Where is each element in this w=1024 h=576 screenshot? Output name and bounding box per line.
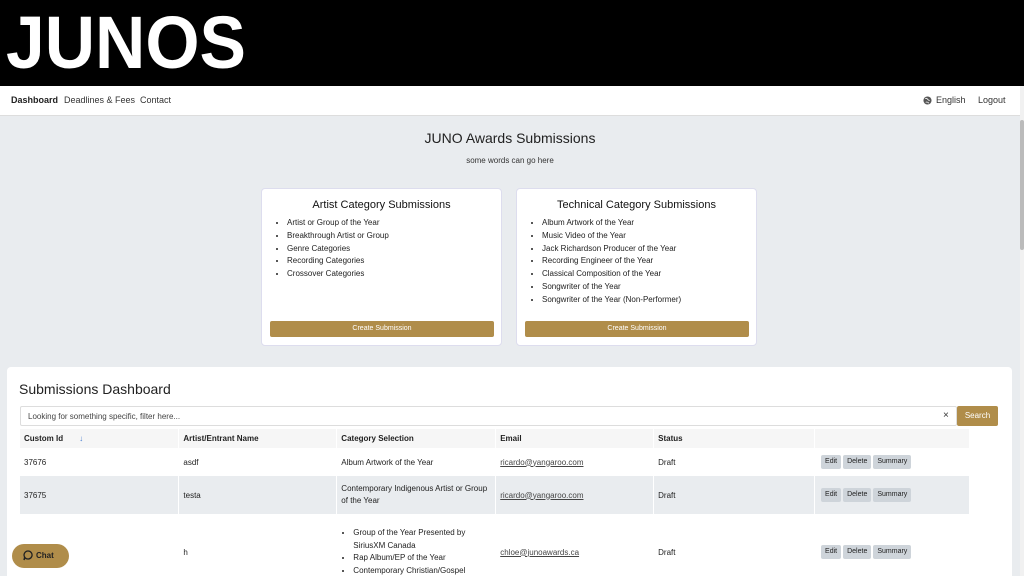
- list-item: Recording Engineer of the Year: [542, 255, 756, 268]
- cell-actions: Edit Delete Summary: [814, 448, 970, 476]
- summary-button[interactable]: Summary: [873, 488, 912, 502]
- card-title: Artist Category Submissions: [312, 199, 451, 211]
- cell-name: asdf: [178, 448, 338, 476]
- chat-label: Chat: [36, 551, 54, 560]
- cell-email: ricardo@yangaroo.com: [495, 448, 655, 476]
- category-list: Album Artwork of the Year Music Video of…: [542, 217, 756, 307]
- list-item: Recording Categories: [287, 255, 501, 268]
- cell-category: Album Artwork of the Year: [336, 448, 497, 476]
- junos-logo[interactable]: JUNOS: [6, 10, 246, 72]
- sort-arrow-icon[interactable]: ↓: [79, 434, 83, 443]
- cell-email: chloe@junoawards.ca: [495, 514, 655, 576]
- submissions-dashboard: Submissions Dashboard × Search Custom Id…: [7, 367, 1012, 576]
- clear-filter-icon[interactable]: ×: [943, 410, 949, 421]
- language-selector[interactable]: English: [936, 95, 966, 105]
- delete-button[interactable]: Delete: [843, 455, 872, 469]
- summary-button[interactable]: Summary: [873, 545, 912, 559]
- edit-button[interactable]: Edit: [821, 488, 842, 502]
- list-item: Songwriter of the Year: [542, 281, 756, 294]
- site-header: JUNOS: [0, 0, 1024, 86]
- column-header-name[interactable]: Artist/Entrant Name: [178, 429, 338, 448]
- list-item: Artist or Group of the Year: [287, 217, 501, 230]
- search-button[interactable]: Search: [957, 406, 998, 426]
- create-artist-submission-button[interactable]: Create Submission: [270, 321, 494, 337]
- column-header-actions: [814, 429, 970, 448]
- summary-button[interactable]: Summary: [873, 455, 912, 469]
- email-link[interactable]: ricardo@yangaroo.com: [500, 458, 583, 467]
- list-item: Music Video of the Year: [542, 230, 756, 243]
- globe-icon: [923, 96, 932, 105]
- cell-status: Draft: [653, 514, 816, 576]
- list-item: Group of the Year Presented by SiriusXM …: [353, 527, 495, 552]
- cell-category: Contemporary Indigenous Artist or Group …: [336, 476, 497, 514]
- nav-contact[interactable]: Contact: [140, 95, 171, 105]
- list-item: Contemporary Christian/Gospel: [353, 565, 495, 576]
- filter-input[interactable]: [20, 406, 957, 426]
- dashboard-title: Submissions Dashboard: [19, 381, 171, 397]
- cell-category: Group of the Year Presented by SiriusXM …: [336, 514, 497, 576]
- scrollbar-thumb[interactable]: [1020, 120, 1024, 250]
- column-header-status[interactable]: Status: [653, 429, 816, 448]
- cell-status: Draft: [653, 448, 816, 476]
- cell-id: 37676: [20, 448, 180, 476]
- cell-id: 37675: [20, 476, 180, 514]
- main-nav: Dashboard Deadlines & Fees Contact Engli…: [0, 86, 1020, 116]
- cell-status: Draft: [653, 476, 816, 514]
- column-header-category[interactable]: Category Selection: [336, 429, 497, 448]
- list-item: Album Artwork of the Year: [542, 217, 756, 230]
- edit-button[interactable]: Edit: [821, 455, 842, 469]
- delete-button[interactable]: Delete: [843, 545, 872, 559]
- submissions-table: Custom Id ↓ Artist/Entrant Name Category …: [20, 429, 970, 576]
- chat-bubble-icon: [23, 550, 33, 561]
- category-list: Group of the Year Presented by SiriusXM …: [353, 527, 495, 576]
- cell-email: ricardo@yangaroo.com: [495, 476, 655, 514]
- logout-link[interactable]: Logout: [978, 95, 1006, 105]
- list-item: Classical Composition of the Year: [542, 268, 756, 281]
- email-link[interactable]: ricardo@yangaroo.com: [500, 491, 583, 500]
- card-title: Technical Category Submissions: [557, 199, 716, 211]
- email-link[interactable]: chloe@junoawards.ca: [500, 548, 579, 557]
- table-header-row: Custom Id ↓ Artist/Entrant Name Category …: [20, 429, 970, 448]
- list-item: Breakthrough Artist or Group: [287, 230, 501, 243]
- cell-name: testa: [178, 476, 338, 514]
- cell-name: h: [178, 514, 338, 576]
- technical-category-card: Technical Category Submissions Album Art…: [516, 188, 757, 346]
- nav-deadlines-fees[interactable]: Deadlines & Fees: [64, 95, 135, 105]
- column-header-custom-id[interactable]: Custom Id ↓: [20, 429, 180, 448]
- table-row: 37676 asdf Album Artwork of the Year ric…: [20, 448, 970, 476]
- table-row: 37675 testa Contemporary Indigenous Arti…: [20, 476, 970, 514]
- list-item: Crossover Categories: [287, 268, 501, 281]
- cell-actions: Edit Delete Summary: [814, 514, 970, 576]
- artist-category-card: Artist Category Submissions Artist or Gr…: [261, 188, 502, 346]
- list-item: Rap Album/EP of the Year: [353, 552, 495, 565]
- svg-text:JUNOS: JUNOS: [6, 10, 246, 72]
- list-item: Songwriter of the Year (Non-Performer): [542, 294, 756, 307]
- column-header-email[interactable]: Email: [495, 429, 655, 448]
- table-row: h Group of the Year Presented by SiriusX…: [20, 514, 970, 576]
- delete-button[interactable]: Delete: [843, 488, 872, 502]
- page-subtitle: some words can go here: [466, 156, 554, 165]
- page-title: JUNO Awards Submissions: [424, 130, 596, 146]
- cell-actions: Edit Delete Summary: [814, 476, 970, 514]
- nav-dashboard[interactable]: Dashboard: [11, 95, 58, 105]
- chat-button[interactable]: Chat: [12, 544, 69, 568]
- list-item: Jack Richardson Producer of the Year: [542, 243, 756, 256]
- create-technical-submission-button[interactable]: Create Submission: [525, 321, 749, 337]
- list-item: Genre Categories: [287, 243, 501, 256]
- category-list: Artist or Group of the Year Breakthrough…: [287, 217, 501, 281]
- edit-button[interactable]: Edit: [821, 545, 842, 559]
